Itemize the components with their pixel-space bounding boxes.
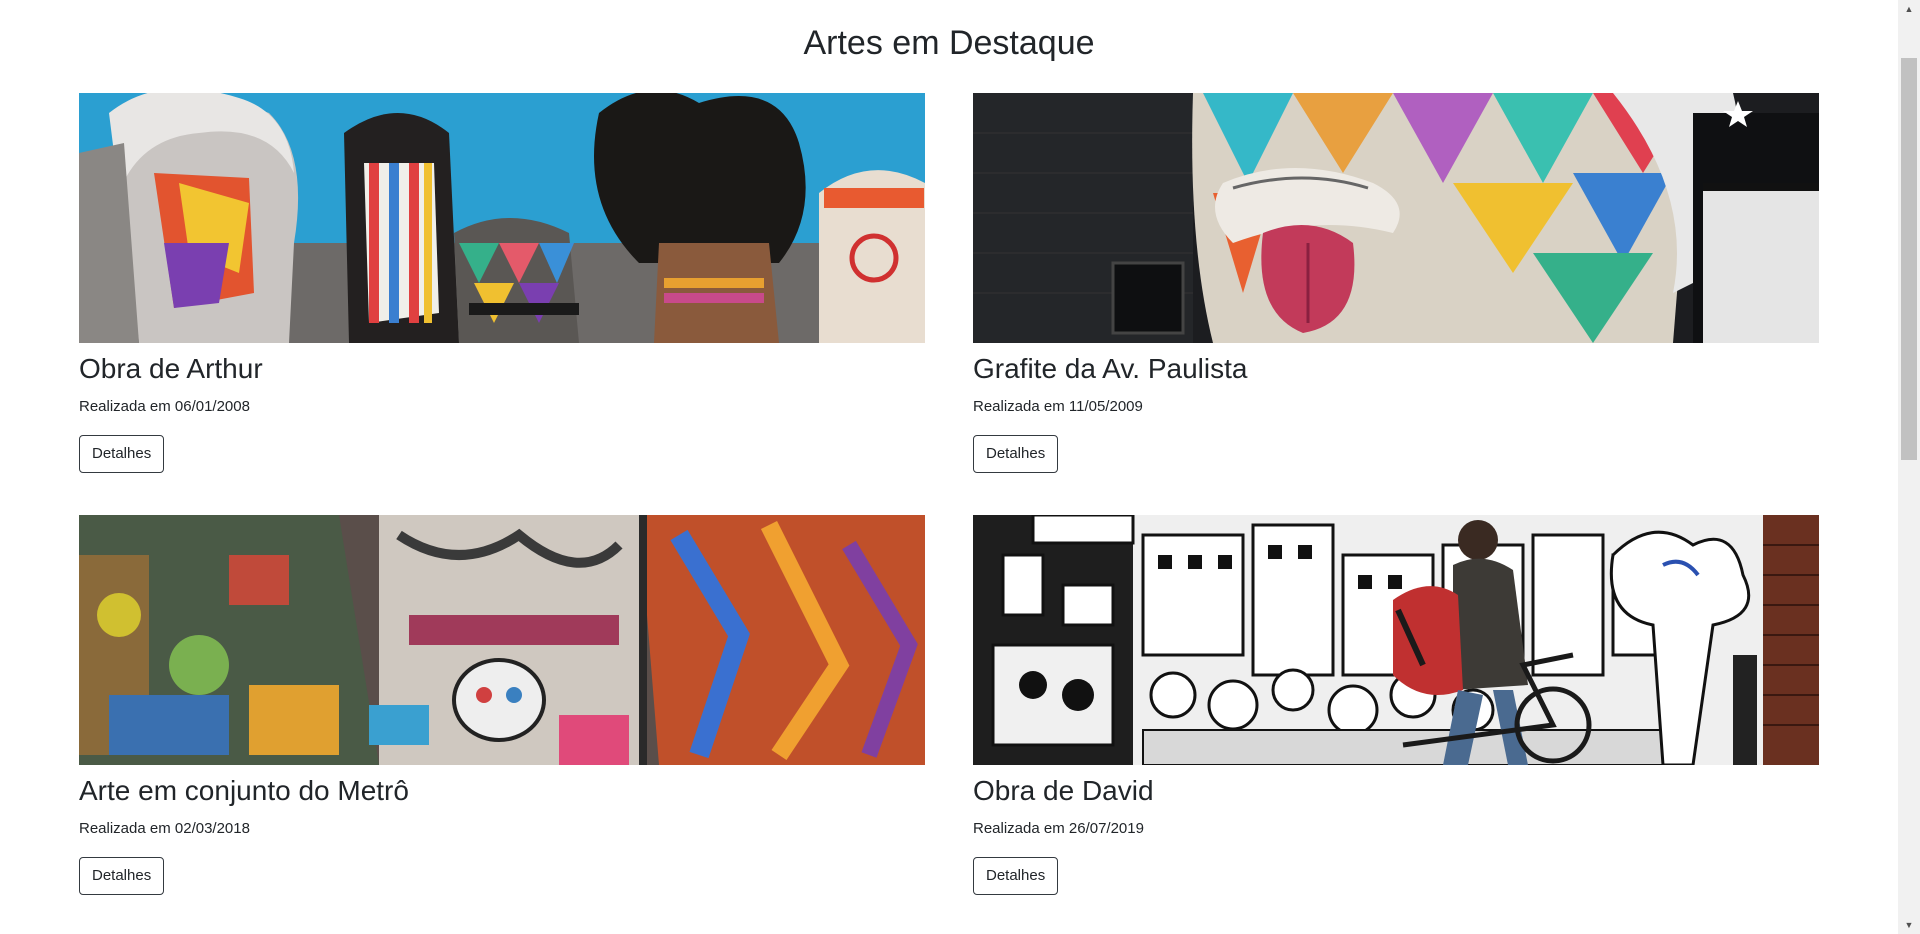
art-card: Grafite da Av. Paulista Realizada em 11/… <box>973 93 1819 473</box>
page-title: Artes em Destaque <box>803 24 1095 62</box>
scroll-up-icon[interactable]: ▲ <box>1898 0 1920 18</box>
art-title: Grafite da Av. Paulista <box>973 353 1248 384</box>
art-card: Obra de David Realizada em 26/07/2019 De… <box>973 515 1819 895</box>
art-image-graffiti-alley <box>79 515 925 765</box>
art-title: Obra de David <box>973 775 1154 806</box>
art-date: Realizada em 11/05/2009 <box>973 398 1143 415</box>
art-image-cyclist-mural <box>973 515 1819 765</box>
art-card: Obra de Arthur Realizada em 06/01/2008 D… <box>79 93 925 473</box>
scrollbar-thumb[interactable] <box>1901 58 1917 460</box>
page: Artes em Destaque Obra de Arthur Realiza… <box>0 0 1920 934</box>
art-date: Realizada em 02/03/2018 <box>79 820 250 837</box>
art-card: Arte em conjunto do Metrô Realizada em 0… <box>79 515 925 895</box>
art-image-faces-mural <box>79 93 925 343</box>
details-button[interactable]: Detalhes <box>973 435 1059 473</box>
art-image-tongue-mural <box>973 93 1819 343</box>
vertical-scrollbar[interactable]: ▲ ▼ <box>1898 0 1920 934</box>
art-title: Obra de Arthur <box>79 353 263 384</box>
scroll-down-icon[interactable]: ▼ <box>1898 916 1920 934</box>
art-date: Realizada em 26/07/2019 <box>973 820 1144 837</box>
details-button[interactable]: Detalhes <box>79 857 165 895</box>
art-date: Realizada em 06/01/2008 <box>79 398 250 415</box>
art-title: Arte em conjunto do Metrô <box>79 775 409 806</box>
details-button[interactable]: Detalhes <box>973 857 1059 895</box>
details-button[interactable]: Detalhes <box>79 435 165 473</box>
